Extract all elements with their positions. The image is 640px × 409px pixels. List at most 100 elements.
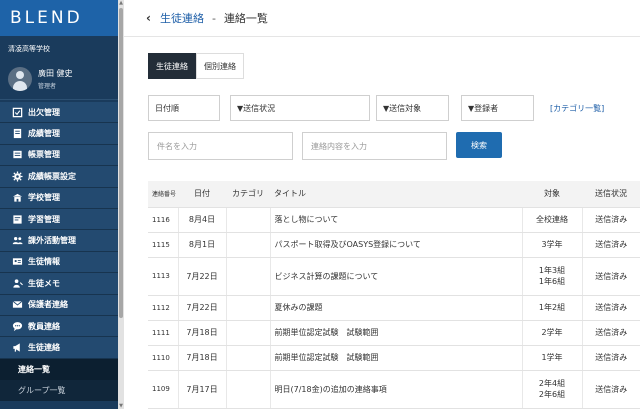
row-title[interactable]: パスポート取得及びOASYS登録について [270,232,523,258]
memo-icon [12,278,23,289]
tab-student-contact[interactable]: 生徒連絡 [148,53,196,79]
chat-icon [12,321,23,332]
row-date: 7月22日 [178,257,227,296]
header-number: 連絡番号 [148,181,178,208]
row-number: 1110 [148,345,179,371]
table-row[interactable]: 1113 7月22日 ビジネス計算の課題について 1年3組 1年6組 送信済み [148,257,640,296]
sidebar-item-label: 生徒連絡 [28,342,60,352]
user-profile[interactable]: 廣田 健史 管理者 [0,56,118,100]
row-target: 1年2組 [522,295,583,321]
header-target: 対象 [522,181,582,208]
row-target: 2年4組 2年6組 [522,370,583,409]
sort-select[interactable]: 日付順 [148,95,220,121]
row-title[interactable]: 落とし物について [270,207,523,233]
row-category [226,207,271,233]
avatar [8,66,32,91]
breadcrumb-parent-link[interactable]: 生徒連絡 [160,10,204,26]
grades-icon [12,128,23,139]
table-row[interactable]: 1112 7月22日 夏休みの課題 1年2組 送信済み [148,295,640,321]
breadcrumb-separator: - [211,11,216,25]
filter-bar: 日付順 ▼送信状況 ▼送信対象 ▼登録者 [カテゴリ一覧] [148,95,628,121]
sidebar-item-memo[interactable]: 生徒メモ [0,273,118,295]
sidebar-item-chat[interactable]: 教員連絡 [0,315,118,338]
sidebar: BLEND 清凌高等学校 廣田 健史 管理者 出欠管理成績管理帳票管理成績帳票設… [0,0,118,409]
sidebar-item-label: 帳票管理 [28,150,60,160]
row-target: 全校連絡 [522,207,583,233]
table-row[interactable]: 1109 7月17日 明日(7/18金)の追加の連絡事項 2年4組 2年6組 送信済み [148,370,640,409]
page-title: 連絡一覧 [223,12,268,25]
row-category [226,257,271,296]
row-status: 送信済み [582,370,640,409]
content-search-input[interactable]: 連絡内容を入力 [302,132,447,160]
contact-table: 連絡番号 日付 カテゴリ タイトル 対象 送信状況 1116 8月4日 落とし物につ… [148,181,640,409]
sidebar-item-label: 成績管理 [28,129,60,139]
search-bar: 件名を入力 連絡内容を入力 検索 [148,132,628,160]
row-target-line: 1年6組 [538,277,566,286]
sidebar-item-label: 保護者連絡 [28,300,68,310]
row-category [226,320,271,346]
scrollbar-thumb[interactable] [119,8,123,318]
brand-logo[interactable]: BLEND [0,0,118,36]
registrant-filter-select[interactable]: ▼登録者 [461,95,534,121]
sidebar-item-grades[interactable]: 成績管理 [0,123,118,145]
envelope-icon [12,299,23,310]
submenu-item-group-list[interactable]: グループ一覧 [0,380,118,401]
subject-search-input[interactable]: 件名を入力 [148,132,293,160]
table-row[interactable]: 1116 8月4日 落とし物について 全校連絡 送信済み [148,207,640,233]
submenu-item-contact-list[interactable]: 連絡一覧 [0,358,118,380]
row-title[interactable]: 前期単位認定試験 試験範囲 [270,320,523,346]
sidebar-item-label: 生徒情報 [28,257,60,267]
row-target: 2学年 [522,320,583,346]
sidebar-menu: 出欠管理成績管理帳票管理成績帳票設定 学校管理 学習管理 課外活動管理生徒情報生徒メモ… [0,102,118,359]
sidebar-item-group[interactable]: 課外活動管理 [0,230,118,252]
back-chevron-icon[interactable]: ‹ [146,11,151,25]
school-name: 清凌高等学校 [8,45,50,53]
row-number: 1112 [148,295,179,321]
row-title[interactable]: ビジネス計算の課題について [270,257,523,296]
sidebar-item-school[interactable]: 学校管理 [0,187,118,209]
status-filter-select[interactable]: ▼送信状況 [230,95,370,121]
breadcrumb: ‹ 生徒連絡 - 連絡一覧 [124,0,640,37]
table-row[interactable]: 1111 7月18日 前期単位認定試験 試験範囲 2学年 送信済み [148,320,640,346]
row-number: 1116 [148,207,179,233]
tab-bar: 生徒連絡 個別連絡 [148,53,244,79]
row-title[interactable]: 前期単位認定試験 試験範囲 [270,345,523,371]
sidebar-item-megaphone[interactable]: 生徒連絡 [0,337,118,359]
row-status: 送信済み [582,295,640,321]
table-row[interactable]: 1115 8月1日 パスポート取得及びOASYS登録について 3学年 送信済み [148,232,640,258]
sidebar-item-attendance[interactable]: 出欠管理 [0,102,118,124]
sidebar-item-id-card[interactable]: 生徒情報 [0,251,118,274]
row-target: 1年3組 1年6組 [522,257,583,296]
sidebar-item-documents[interactable]: 帳票管理 [0,144,118,167]
sidebar-item-envelope[interactable]: 保護者連絡 [0,294,118,316]
tab-individual-contact[interactable]: 個別連絡 [196,53,244,79]
row-title[interactable]: 夏休みの課題 [270,295,523,321]
sidebar-item-study[interactable]: 学習管理 [0,208,118,231]
user-name: 廣田 健史 [38,68,73,78]
row-title[interactable]: 明日(7/18金)の追加の連絡事項 [270,370,523,409]
school-icon [12,192,23,203]
row-status: 送信済み [582,345,640,371]
attendance-icon [12,107,23,118]
header-category: カテゴリ [226,181,270,208]
target-filter-select[interactable]: ▼送信対象 [376,95,449,121]
row-target-line: 1年3組 [538,266,566,275]
study-icon [12,214,23,225]
sidebar-item-gear[interactable]: 成績帳票設定 [0,166,118,188]
category-list-link[interactable]: [カテゴリ一覧] [550,103,604,114]
search-button[interactable]: 検索 [456,132,502,158]
header-date: 日付 [178,181,226,208]
row-number: 1113 [148,257,179,296]
row-target-line: 2年4組 [538,379,566,388]
table-row[interactable]: 1110 7月18日 前期単位認定試験 試験範囲 1学年 送信済み [148,345,640,371]
main-area: ‹ 生徒連絡 - 連絡一覧 生徒連絡 個別連絡 日付順 ▼送信状況 ▼送信対象 … [124,0,640,409]
row-date: 7月18日 [178,320,227,346]
row-status: 送信済み [582,207,640,233]
row-date: 7月18日 [178,345,227,371]
sidebar-submenu: 連絡一覧 グループ一覧 [0,358,118,401]
table-header-row: 連絡番号 日付 カテゴリ タイトル 対象 送信状況 [148,181,640,208]
row-date: 7月17日 [178,370,227,409]
sidebar-item-label: 教員連絡 [28,321,60,331]
row-category [226,345,271,371]
user-role: 管理者 [38,82,57,90]
